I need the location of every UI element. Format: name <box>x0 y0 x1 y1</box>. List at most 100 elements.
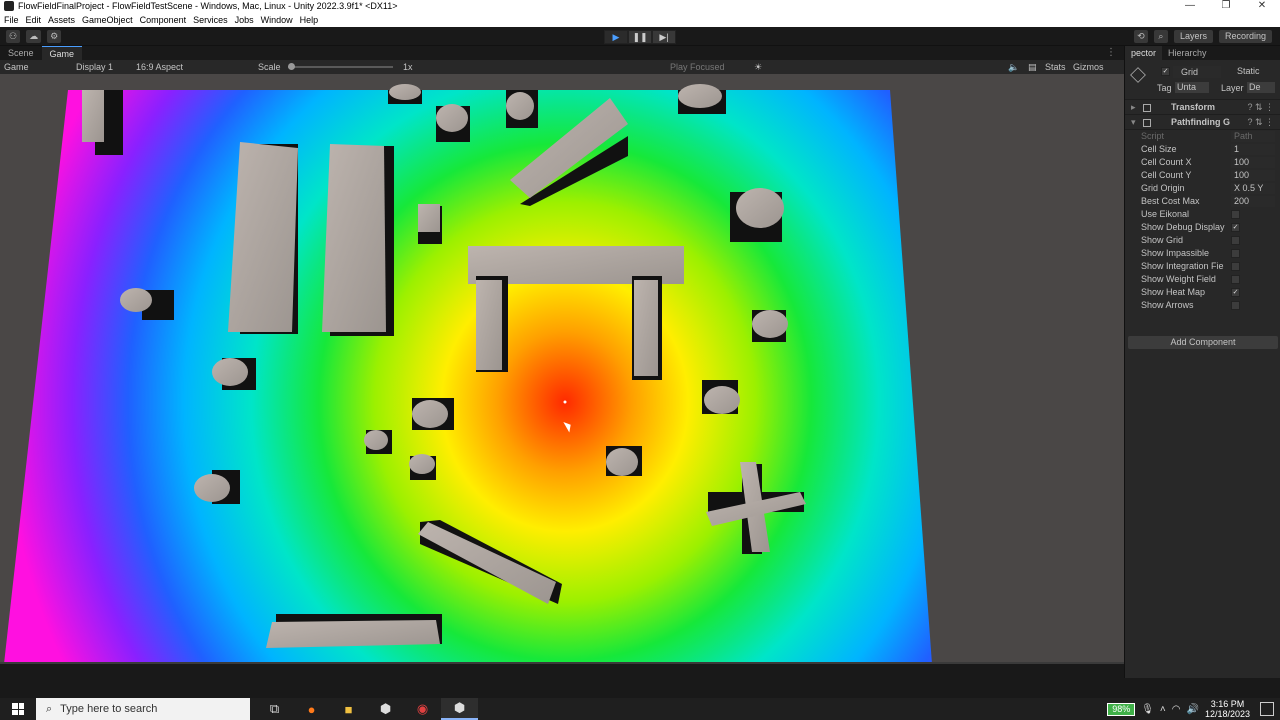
component-transform[interactable]: ▸ Transform ? ⇅ ⋮ <box>1125 100 1280 115</box>
windows-logo-icon <box>12 703 24 715</box>
search-icon[interactable]: ⌕ <box>1153 30 1168 43</box>
audio-icon[interactable]: 🔈 <box>1008 61 1019 73</box>
volume-icon[interactable]: 🔊 <box>1187 704 1199 715</box>
tag-dropdown[interactable]: Unta <box>1175 82 1209 93</box>
add-component-button[interactable]: Add Component <box>1128 336 1278 349</box>
property-checkbox[interactable] <box>1231 249 1240 258</box>
property-checkbox[interactable] <box>1231 210 1240 219</box>
history-icon[interactable]: ⟲ <box>1133 30 1148 43</box>
tab-game[interactable]: Game <box>41 46 83 60</box>
clock[interactable]: 3:16 PM 12/18/2023 <box>1205 699 1250 719</box>
network-icon[interactable]: ◠ <box>1172 704 1181 715</box>
property-checkbox[interactable]: ✓ <box>1231 288 1240 297</box>
component-pathfinding-grid[interactable]: ▾ Pathfinding G ? ⇅ ⋮ <box>1125 115 1280 130</box>
property-row: Grid Origin X 0.5 Y <box>1125 182 1280 195</box>
step-button[interactable]: ▶| <box>652 30 676 44</box>
menu-assets[interactable]: Assets <box>48 15 75 25</box>
battery-indicator[interactable]: 98% <box>1107 702 1136 716</box>
menu-edit[interactable]: Edit <box>26 15 42 25</box>
account-icon[interactable]: ⚇ <box>6 30 21 43</box>
layers-dropdown[interactable]: Layers <box>1173 30 1213 43</box>
display-dropdown[interactable]: Display 1 <box>76 61 113 73</box>
heatmap-scene <box>4 84 932 664</box>
property-label: Use Eikonal <box>1141 209 1190 219</box>
unity-app-icon <box>4 1 14 11</box>
property-checkbox[interactable]: ✓ <box>1231 223 1240 232</box>
maximize-icon[interactable]: ❐ <box>1208 0 1244 12</box>
aspect-dropdown[interactable]: 16:9 Aspect <box>136 61 183 73</box>
close-icon[interactable]: ✕ <box>1244 0 1280 12</box>
chrome-icon[interactable]: ◉ <box>404 698 441 720</box>
menu-file[interactable]: File <box>4 15 19 25</box>
game-view-toolbar: Game Display 1 16:9 Aspect Scale 1x Play… <box>0 60 1124 74</box>
component-menu-icon[interactable]: ? ⇅ ⋮ <box>1247 115 1274 130</box>
layer-dropdown[interactable]: De <box>1247 82 1275 93</box>
layer-label: Layer <box>1221 83 1244 93</box>
task-view-icon[interactable]: ⧉ <box>256 698 293 720</box>
gameobject-icon <box>1130 67 1146 83</box>
layout-dropdown[interactable]: Recording <box>1218 30 1272 43</box>
notification-icon[interactable] <box>1260 702 1274 716</box>
microphone-icon[interactable]: 🎙 <box>1141 704 1154 715</box>
property-value-field[interactable]: X 0.5 Y <box>1231 183 1275 194</box>
pause-button[interactable]: ❚❚ <box>628 30 652 44</box>
component-menu-icon[interactable]: ? ⇅ ⋮ <box>1247 100 1274 115</box>
object-header: ✓ Grid Static Tag Unta Layer De <box>1125 60 1280 100</box>
property-checkbox[interactable] <box>1231 301 1240 310</box>
property-label: Show Integration Fie <box>1141 261 1224 271</box>
minimize-icon[interactable]: — <box>1172 0 1208 12</box>
tab-hierarchy[interactable]: Hierarchy <box>1162 46 1213 60</box>
tab-inspector[interactable]: pector <box>1125 46 1163 60</box>
property-value-field[interactable]: 200 <box>1231 196 1275 207</box>
tab-scene[interactable]: Scene <box>0 46 42 60</box>
taskbar-search[interactable]: ⌕ Type here to search <box>36 698 250 720</box>
start-button[interactable] <box>0 698 36 720</box>
more-icon[interactable]: ⋮ <box>1106 47 1116 58</box>
property-checkbox[interactable] <box>1231 262 1240 271</box>
property-checkbox[interactable] <box>1231 275 1240 284</box>
unity-editor-icon[interactable]: ⬢ <box>441 698 478 720</box>
menu-gameobject[interactable]: GameObject <box>82 15 133 25</box>
property-value-field[interactable]: 1 <box>1231 144 1275 155</box>
gizmos-dropdown[interactable]: Gizmos <box>1073 61 1104 73</box>
heatmap-ground <box>4 90 932 664</box>
menu-services[interactable]: Services <box>193 15 228 25</box>
collapse-arrow-icon[interactable]: ▾ <box>1131 115 1136 130</box>
property-row: Show Integration Fie <box>1125 260 1280 273</box>
scale-slider-track[interactable] <box>288 66 393 68</box>
target-marker <box>563 400 567 404</box>
collab-icon[interactable]: ⚙ <box>47 30 62 43</box>
property-value-field[interactable]: 100 <box>1231 170 1275 181</box>
transform-icon <box>1143 104 1151 112</box>
expand-arrow-icon[interactable]: ▸ <box>1131 100 1136 115</box>
object-name-field[interactable]: Grid <box>1173 66 1221 78</box>
play-button[interactable]: ▶ <box>604 30 628 44</box>
scale-slider-handle[interactable] <box>288 63 295 70</box>
menu-window[interactable]: Window <box>261 15 293 25</box>
menu-help[interactable]: Help <box>300 15 319 25</box>
firefox-icon[interactable]: ● <box>293 698 330 720</box>
menu-jobs[interactable]: Jobs <box>235 15 254 25</box>
script-icon <box>1143 119 1151 127</box>
property-label: Show Grid <box>1141 235 1184 245</box>
property-value-field[interactable]: 100 <box>1231 157 1275 168</box>
file-explorer-icon[interactable]: ■ <box>330 698 367 720</box>
play-focused-dropdown[interactable]: Play Focused <box>670 61 725 73</box>
gallery-icon[interactable]: ▤ <box>1028 61 1037 73</box>
menu-component[interactable]: Component <box>140 15 187 25</box>
property-row: Show Impassible <box>1125 247 1280 260</box>
scale-label: Scale <box>258 62 281 72</box>
active-checkbox[interactable]: ✓ <box>1161 67 1170 76</box>
cloud-icon[interactable]: ☁ <box>26 30 42 43</box>
property-checkbox[interactable] <box>1231 236 1240 245</box>
sun-icon[interactable]: ☀ <box>754 61 762 73</box>
static-toggle[interactable]: Static <box>1237 66 1260 76</box>
stats-button[interactable]: Stats <box>1045 61 1066 73</box>
property-value-field[interactable]: Path <box>1231 131 1275 142</box>
game-mode-dropdown[interactable]: Game <box>4 61 29 73</box>
unity-hub-icon[interactable]: ⬢ <box>367 698 404 720</box>
tray-chevron-icon[interactable]: ˄ <box>1160 704 1166 715</box>
game-viewport[interactable] <box>0 74 1124 664</box>
inspector-panel: pector Hierarchy ✓ Grid Static Tag Unta … <box>1124 46 1280 678</box>
property-label: Grid Origin <box>1141 183 1185 193</box>
